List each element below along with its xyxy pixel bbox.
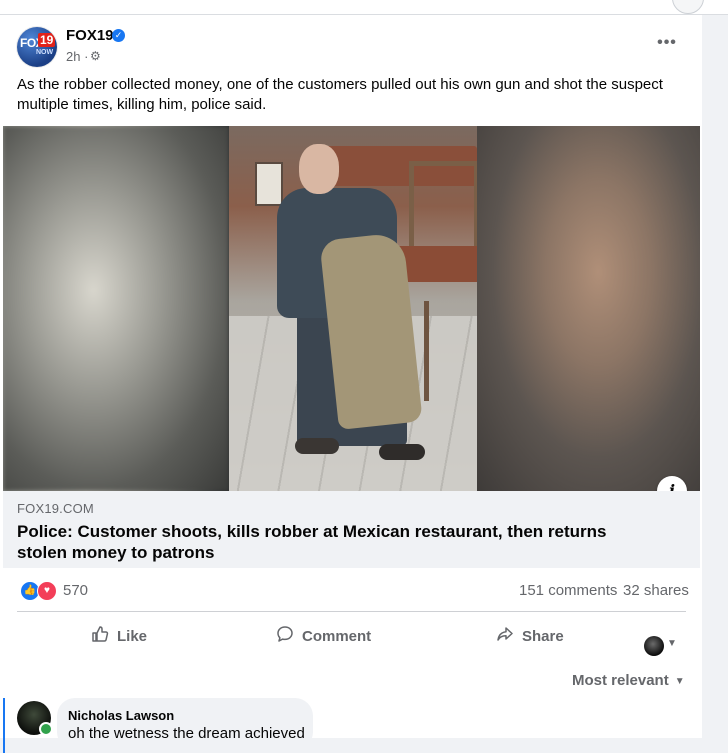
share-arrow-icon [496,625,514,648]
like-button[interactable]: Like [91,623,147,649]
logo-now-text: NOW [36,49,54,56]
like-label: Like [117,627,148,645]
reaction-icons[interactable]: 👍 ♥ [20,581,60,601]
page-name-link[interactable]: FOX19 [66,27,114,44]
top-strip [0,0,728,15]
image-blur-right [474,126,700,491]
link-title[interactable]: Police: Customer shoots, kills robber at… [17,521,657,563]
comment-bubble: Nicholas Lawson oh the wetness the dream… [57,698,313,750]
comment-author[interactable]: Nicholas Lawson [68,708,174,723]
image-scene [229,126,477,491]
logo-19-text: 19 [38,33,56,47]
chevron-down-icon: ▼ [667,638,677,649]
wall-poster [255,162,283,206]
verified-badge-icon: ✓ [112,29,125,42]
post-timestamp[interactable]: 2h · [66,49,88,64]
love-reaction-icon: ♥ [37,581,57,601]
figure-shoe-right [379,444,425,460]
chair-front [424,301,477,401]
post-card: FOX 19 NOW FOX19 ✓ 2h · ⚙ ••• As the rob… [0,15,703,753]
post-text: As the robber collected money, one of th… [17,76,663,113]
gear-icon: ⚙ [90,49,101,63]
image-blur-left [3,126,229,491]
thumbs-up-icon [91,625,109,648]
comment-thread-marker [3,698,5,753]
viewer-avatar [644,636,664,656]
comments-count[interactable]: 151 comments [519,582,617,599]
viewer-profile-switcher[interactable]: ▼ [644,636,684,660]
comment-label: Comment [302,627,372,645]
scrollbar[interactable] [702,15,728,738]
figure-head [299,144,339,194]
page-avatar[interactable]: FOX 19 NOW [17,27,57,67]
speech-bubble-icon [276,625,294,648]
shares-count[interactable]: 32 shares [623,582,689,599]
divider [17,611,686,612]
share-label: Share [522,627,564,645]
comment-text: oh the wetness the dream achieved [68,725,305,742]
table-right [397,246,477,282]
reactions-count[interactable]: 570 [63,582,88,599]
more-options-icon[interactable]: ••• [652,35,682,55]
link-domain: FOX19.COM [17,501,94,516]
top-button[interactable] [672,0,704,14]
figure-shoe-left [295,438,339,454]
sort-label: Most relevant [572,672,669,689]
comment-sort-dropdown[interactable]: Most relevant ▼ [572,672,685,689]
chair-back [409,161,477,256]
comment-button[interactable]: Comment [276,623,371,649]
chevron-down-icon: ▼ [674,676,685,687]
post-image[interactable] [3,126,700,491]
share-button[interactable]: Share [496,623,564,649]
link-preview[interactable]: FOX19.COM Police: Customer shoots, kills… [3,491,700,568]
online-status-dot [39,722,53,736]
